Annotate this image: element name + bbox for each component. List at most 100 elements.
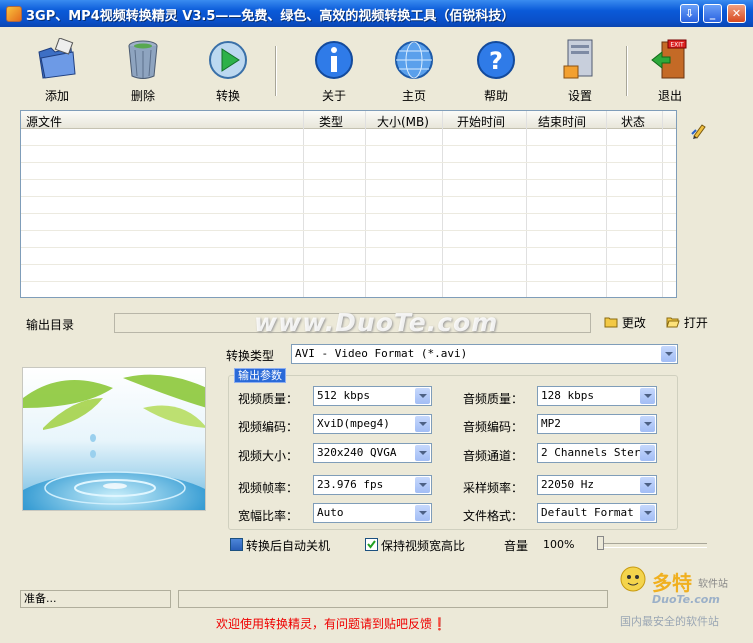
frame-rate-select[interactable]: 23.976 fps <box>313 475 432 495</box>
keep-aspect-checkbox[interactable] <box>365 538 378 551</box>
dropdown-arrow-icon <box>640 388 655 404</box>
frame-rate-value: 23.976 fps <box>317 478 384 491</box>
video-quality-value: 512 kbps <box>317 389 370 402</box>
column-size[interactable]: 大小(MB) <box>377 113 429 130</box>
sample-rate-value: 22050 Hz <box>541 478 594 491</box>
settings-button[interactable]: 设置 <box>549 38 611 104</box>
file-list[interactable]: 源文件 类型 大小(MB) 开始时间 结束时间 状态 <box>20 110 677 298</box>
folder-icon <box>604 317 618 328</box>
brand-name: 多特 <box>652 571 692 595</box>
play-icon <box>209 41 247 79</box>
aspect-ratio-value: Auto <box>317 506 344 519</box>
checkmark-icon <box>367 540 376 549</box>
dropdown-arrow-icon <box>415 388 430 404</box>
decorative-image <box>22 367 206 511</box>
close-button[interactable]: ✕ <box>727 4 746 23</box>
keep-aspect-label: 保持视频宽高比 <box>381 539 466 553</box>
volume-slider-track[interactable] <box>597 543 707 548</box>
watermark: www.DuoTe.com <box>254 308 499 337</box>
add-button[interactable]: 添加 <box>26 38 88 104</box>
exit-label: 退出 <box>657 89 682 103</box>
column-start-time[interactable]: 开始时间 <box>457 113 505 130</box>
change-dir-label: 更改 <box>621 316 646 330</box>
dropdown-arrow-icon <box>640 445 655 461</box>
frame-rate-label: 视频帧率： <box>238 481 299 495</box>
exit-door-icon: EXIT <box>651 39 687 79</box>
aspect-ratio-label: 宽幅比率： <box>238 509 299 523</box>
brand-slogan: 国内最安全的软件站 <box>620 615 719 628</box>
toolbar-separator <box>275 46 277 96</box>
audio-channels-label: 音频通道： <box>463 449 524 463</box>
exit-button[interactable]: EXIT 退出 <box>639 38 701 104</box>
file-format-select[interactable]: Default Format <box>537 503 657 523</box>
convert-type-value: AVI - Video Format (*.avi) <box>295 347 468 360</box>
svg-text:EXIT: EXIT <box>670 42 684 49</box>
edit-pencil-icon[interactable] <box>691 122 707 140</box>
home-label: 主页 <box>401 89 426 103</box>
video-quality-select[interactable]: 512 kbps <box>313 386 432 406</box>
svg-text:?: ? <box>489 47 503 75</box>
app-icon <box>6 6 22 22</box>
audio-codec-value: MP2 <box>541 417 561 430</box>
dropdown-arrow-icon <box>415 445 430 461</box>
folder-add-icon <box>38 38 76 79</box>
home-button[interactable]: 主页 <box>383 38 445 104</box>
help-label: 帮助 <box>483 89 508 103</box>
convert-label: 转换 <box>215 89 240 103</box>
convert-button[interactable]: 转换 <box>197 38 259 104</box>
open-dir-button[interactable]: 打开 <box>666 314 708 331</box>
column-end-time[interactable]: 结束时间 <box>538 113 586 130</box>
dropdown-arrow-icon <box>640 505 655 521</box>
toolbar-separator <box>626 46 628 96</box>
output-dir-label: 输出目录 <box>26 318 75 332</box>
column-status[interactable]: 状态 <box>621 113 645 130</box>
convert-type-select[interactable]: AVI - Video Format (*.avi) <box>291 344 678 364</box>
remove-button[interactable]: 删除 <box>112 38 174 104</box>
audio-codec-label: 音频编码： <box>463 420 524 434</box>
about-button[interactable]: 关于 <box>303 38 365 104</box>
remove-label: 删除 <box>130 89 155 103</box>
audio-codec-select[interactable]: MP2 <box>537 414 657 434</box>
file-format-label: 文件格式： <box>463 509 524 523</box>
title-bar: 3GP、MP4视频转换精灵 V3.5——免费、绿色、高效的视频转换工具（佰锐科技… <box>0 0 753 27</box>
help-button[interactable]: ? 帮助 <box>465 38 527 104</box>
dropdown-arrow-icon <box>415 416 430 432</box>
minimize-button[interactable]: _ <box>703 4 722 23</box>
video-size-label: 视频大小： <box>238 449 299 463</box>
volume-slider-thumb[interactable] <box>597 536 604 550</box>
column-type[interactable]: 类型 <box>319 113 343 130</box>
auto-shutdown-label: 转换后自动关机 <box>246 539 331 553</box>
video-codec-select[interactable]: XviD(mpeg4) <box>313 414 432 434</box>
audio-quality-value: 128 kbps <box>541 389 594 402</box>
audio-quality-select[interactable]: 128 kbps <box>537 386 657 406</box>
duote-brand-logo: 多特 软件站 DuoTe.com 国内最安全的软件站 <box>618 565 748 635</box>
dropdown-arrow-icon <box>415 505 430 521</box>
about-label: 关于 <box>321 89 346 103</box>
help-question-icon: ? <box>477 41 515 79</box>
output-params-title: 输出参数 <box>234 368 286 383</box>
window-title: 3GP、MP4视频转换精灵 V3.5——免费、绿色、高效的视频转换工具（佰锐科技… <box>26 9 515 24</box>
convert-type-label: 转换类型 <box>226 349 275 363</box>
video-size-select[interactable]: 320x240 QVGA <box>313 443 432 463</box>
video-size-value: 320x240 QVGA <box>317 446 397 459</box>
audio-quality-label: 音频质量： <box>463 392 524 406</box>
open-dir-label: 打开 <box>683 316 708 330</box>
trash-bin-icon <box>128 40 158 79</box>
file-format-value: Default Format <box>541 506 634 519</box>
audio-channels-value: 2 Channels Stereo <box>541 446 654 459</box>
volume-value: 100% <box>543 538 575 551</box>
aspect-ratio-select[interactable]: Auto <box>313 503 432 523</box>
auto-shutdown-checkbox[interactable] <box>230 538 243 551</box>
column-source[interactable]: 源文件 <box>26 113 62 130</box>
brand-url: DuoTe.com <box>652 593 720 606</box>
footer-message: 欢迎使用转换精灵，有问题请到贴吧反馈❗ <box>216 617 447 631</box>
brand-subtitle: 软件站 <box>698 579 728 590</box>
audio-channels-select[interactable]: 2 Channels Stereo <box>537 443 657 463</box>
sample-rate-select[interactable]: 22050 Hz <box>537 475 657 495</box>
sample-rate-label: 采样频率： <box>463 481 524 495</box>
add-label: 添加 <box>44 89 69 103</box>
computer-settings-icon <box>563 39 593 79</box>
change-dir-button[interactable]: 更改 <box>604 314 646 331</box>
minimize-to-tray-button[interactable]: ⇩ <box>680 4 699 23</box>
dropdown-arrow-icon <box>640 416 655 432</box>
